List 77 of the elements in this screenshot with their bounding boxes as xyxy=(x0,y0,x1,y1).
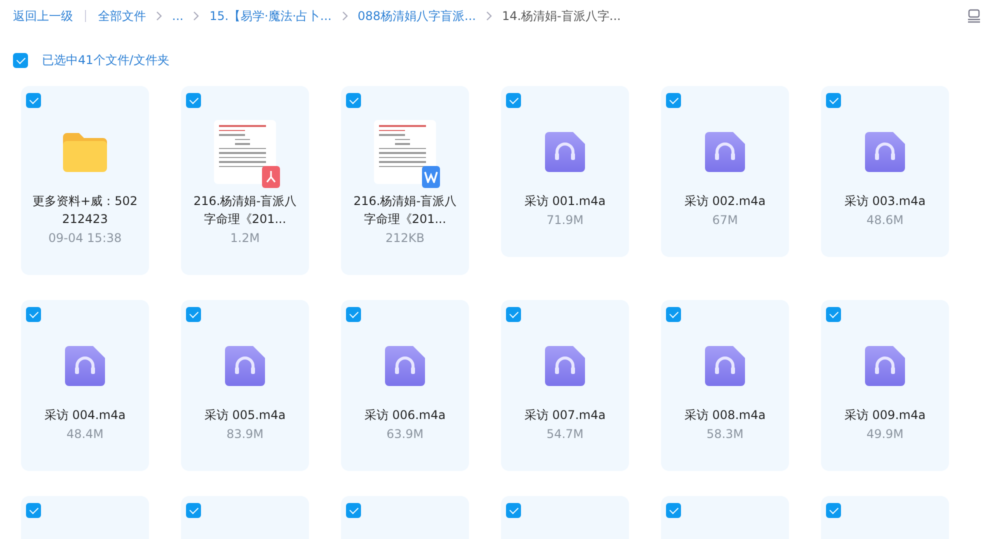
file-info: 1.2M xyxy=(230,231,260,245)
folder-icon xyxy=(61,131,109,173)
audio-file-icon xyxy=(705,132,745,172)
audio-file-icon xyxy=(65,346,105,386)
file-checkbox[interactable] xyxy=(26,93,41,108)
breadcrumb-link[interactable]: 14.杨清娟-盲派八字... xyxy=(502,8,621,24)
chevron-right-icon xyxy=(486,11,492,21)
file-checkbox[interactable] xyxy=(186,93,201,108)
file-checkbox[interactable] xyxy=(666,503,681,518)
file-card[interactable]: 采访 006.m4a 63.9M xyxy=(341,300,469,471)
file-checkbox[interactable] xyxy=(346,503,361,518)
file-card[interactable]: 采访 009.m4a 49.9M xyxy=(821,300,949,471)
breadcrumb-link[interactable]: 全部文件 xyxy=(98,8,146,24)
breadcrumb-link[interactable]: ... xyxy=(172,9,184,23)
audio-file-icon xyxy=(385,346,425,386)
file-name: 采访 007.m4a xyxy=(523,407,607,424)
file-name: 216.杨清娟-盲派八字命理《201... xyxy=(352,193,458,228)
file-checkbox[interactable] xyxy=(826,307,841,322)
select-all-checkbox[interactable] xyxy=(13,53,28,68)
file-info: 48.4M xyxy=(66,427,104,441)
file-info: 67M xyxy=(712,213,738,227)
chevron-right-icon xyxy=(156,11,162,21)
file-checkbox[interactable] xyxy=(666,93,681,108)
selection-count: 已选中41个文件/文件夹 xyxy=(42,52,170,69)
file-info: 54.7M xyxy=(546,427,584,441)
file-name: 采访 006.m4a xyxy=(363,407,447,424)
breadcrumb-link[interactable]: 15.【易学·魔法·占卜... xyxy=(209,8,332,24)
back-link[interactable]: 返回上一级 xyxy=(13,8,73,24)
file-info: 48.6M xyxy=(866,213,904,227)
file-info: 58.3M xyxy=(706,427,744,441)
file-card[interactable]: 采访 001.m4a 71.9M xyxy=(501,86,629,257)
audio-file-icon xyxy=(545,132,585,172)
file-card[interactable]: 采访 007.m4a 54.7M xyxy=(501,300,629,471)
file-checkbox[interactable] xyxy=(346,93,361,108)
file-checkbox[interactable] xyxy=(346,307,361,322)
file-card[interactable]: 采访 004.m4a 48.4M xyxy=(21,300,149,471)
file-info: 63.9M xyxy=(386,427,424,441)
audio-file-icon xyxy=(865,132,905,172)
file-name: 采访 004.m4a xyxy=(43,407,127,424)
file-checkbox[interactable] xyxy=(666,307,681,322)
file-checkbox[interactable] xyxy=(186,307,201,322)
file-name: 采访 005.m4a xyxy=(203,407,287,424)
file-checkbox[interactable] xyxy=(506,503,521,518)
file-name: 采访 003.m4a xyxy=(843,193,927,210)
file-info: 09-04 15:38 xyxy=(48,231,122,245)
file-card[interactable]: 216.杨清娟-盲派八字命理《201... 212KB xyxy=(341,86,469,275)
file-checkbox[interactable] xyxy=(826,503,841,518)
file-checkbox[interactable] xyxy=(26,307,41,322)
file-info: 212KB xyxy=(385,231,424,245)
file-checkbox[interactable] xyxy=(826,93,841,108)
file-name: 采访 002.m4a xyxy=(683,193,767,210)
file-checkbox[interactable] xyxy=(506,307,521,322)
file-checkbox[interactable] xyxy=(186,503,201,518)
breadcrumb-link[interactable]: 088杨清娟八字盲派... xyxy=(358,8,476,24)
file-card[interactable]: 更多资料+威：502212423 09-04 15:38 xyxy=(21,86,149,275)
file-card[interactable]: 采访 003.m4a 48.6M xyxy=(821,86,949,257)
file-name: 采访 009.m4a xyxy=(843,407,927,424)
file-name: 采访 008.m4a xyxy=(683,407,767,424)
file-name: 采访 001.m4a xyxy=(523,193,607,210)
file-info: 49.9M xyxy=(866,427,904,441)
file-card[interactable]: 采访 002.m4a 67M xyxy=(661,86,789,257)
file-info: 71.9M xyxy=(546,213,584,227)
chevron-right-icon xyxy=(193,11,200,21)
chevron-right-icon xyxy=(342,11,348,21)
file-card[interactable]: 采访 005.m4a 83.9M xyxy=(181,300,309,471)
audio-file-icon xyxy=(545,346,585,386)
file-info: 83.9M xyxy=(226,427,264,441)
file-checkbox[interactable] xyxy=(506,93,521,108)
file-card[interactable]: 216.杨清娟-盲派八字命理《201... 1.2M xyxy=(181,86,309,275)
file-checkbox[interactable] xyxy=(26,503,41,518)
audio-file-icon xyxy=(225,346,265,386)
audio-file-icon xyxy=(865,346,905,386)
file-card[interactable]: 采访 008.m4a 58.3M xyxy=(661,300,789,471)
list-view-icon[interactable] xyxy=(967,9,981,23)
file-name: 216.杨清娟-盲派八字命理《201... xyxy=(192,193,298,228)
audio-file-icon xyxy=(705,346,745,386)
file-name: 更多资料+威：502212423 xyxy=(32,193,138,228)
